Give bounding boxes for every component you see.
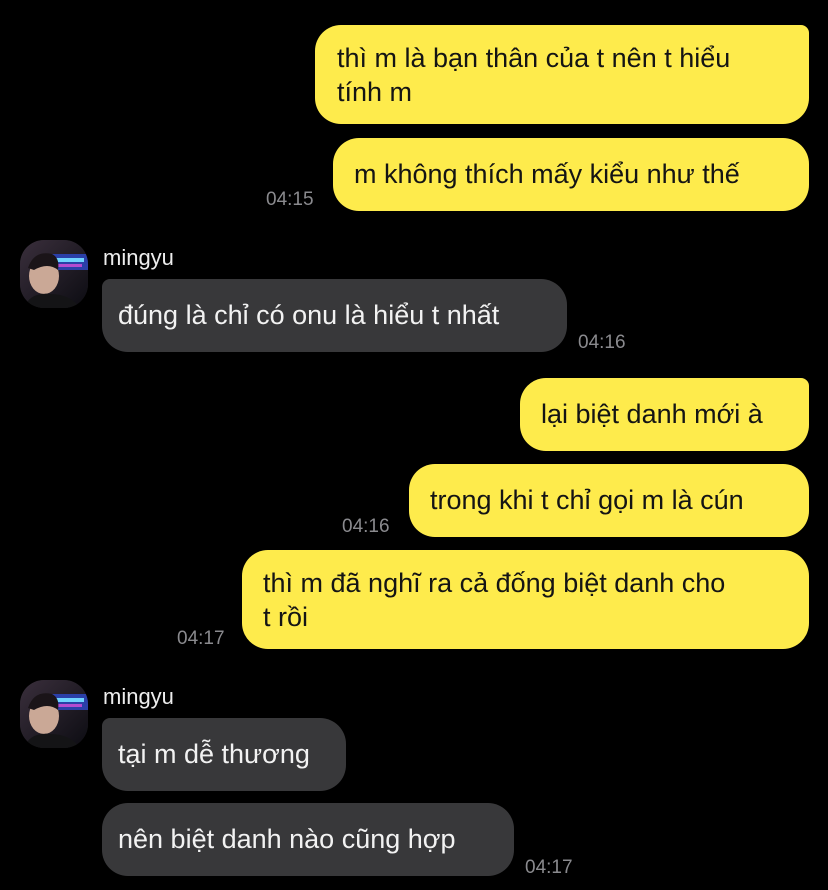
sender-name: mingyu [103, 245, 174, 270]
sender-avatar[interactable] [20, 680, 88, 748]
outgoing-message-bubble[interactable]: trong khi t chỉ gọi m là cún [409, 464, 809, 537]
outgoing-message-bubble[interactable]: lại biệt danh mới à [520, 378, 809, 451]
avatar-photo-icon [20, 680, 88, 748]
incoming-message-bubble[interactable]: nên biệt danh nào cũng hợp [102, 803, 514, 876]
outgoing-message-bubble[interactable]: m không thích mấy kiểu như thế [333, 138, 809, 211]
message-timestamp: 04:17 [525, 857, 573, 878]
message-timestamp: 04:15 [266, 189, 314, 210]
message-timestamp: 04:16 [578, 332, 626, 353]
avatar-photo-icon [20, 240, 88, 308]
outgoing-message-bubble[interactable]: thì m đã nghĩ ra cả đống biệt danh cho t… [242, 550, 809, 649]
incoming-message-bubble[interactable]: tại m dễ thương [102, 718, 346, 791]
incoming-message-bubble[interactable]: đúng là chỉ có onu là hiểu t nhất [102, 279, 567, 352]
sender-avatar[interactable] [20, 240, 88, 308]
sender-name: mingyu [103, 684, 174, 709]
message-timestamp: 04:17 [177, 628, 225, 649]
chat-screen: { "conversation": { "msg_1": "thì m là b… [0, 0, 828, 890]
message-timestamp: 04:16 [342, 516, 390, 537]
outgoing-message-bubble[interactable]: thì m là bạn thân của t nên t hiểu tính … [315, 25, 809, 124]
